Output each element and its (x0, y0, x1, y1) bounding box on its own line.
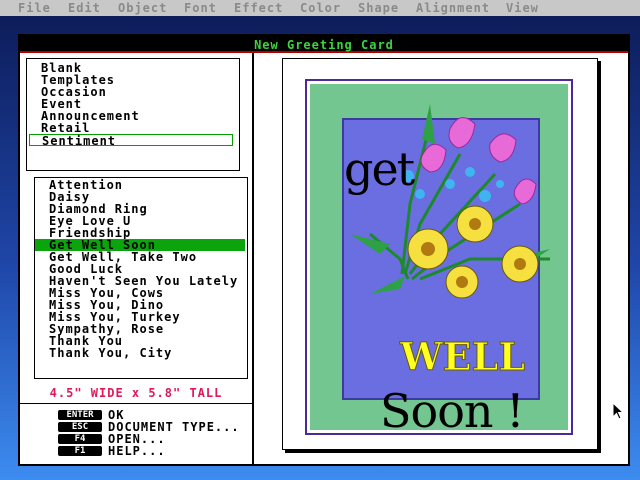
new-greeting-card-dialog: New Greeting Card Blank Templates Occasi… (18, 34, 630, 466)
left-pane: Blank Templates Occasion Event Announcem… (20, 53, 254, 464)
card-border: get WELL Soon ! (310, 84, 568, 438)
menu-edit[interactable]: Edit (68, 1, 101, 15)
menu-font[interactable]: Font (184, 1, 217, 15)
card-preview: get WELL Soon ! (282, 58, 598, 450)
category-sentiment[interactable]: Sentiment (29, 134, 233, 147)
help-label[interactable]: HELP... (108, 445, 166, 457)
menu-view[interactable]: View (506, 1, 539, 15)
card-size-label: 4.5" WIDE x 5.8" TALL (49, 386, 223, 400)
menu-alignment[interactable]: Alignment (416, 1, 490, 15)
f4-key[interactable]: F4 (58, 434, 102, 444)
window-title: New Greeting Card (254, 38, 394, 52)
title-bar: New Greeting Card (20, 36, 628, 53)
esc-key[interactable]: ESC (58, 422, 102, 432)
card-frame: get WELL Soon ! (305, 79, 573, 438)
category-retail[interactable]: Retail (41, 122, 231, 134)
list-item[interactable]: Thank You, City (49, 347, 239, 359)
divider (20, 403, 252, 404)
menu-bar: File Edit Object Font Effect Color Shape… (0, 0, 640, 16)
card-text-well: WELL (399, 334, 526, 380)
menu-effect[interactable]: Effect (234, 1, 283, 15)
menu-object[interactable]: Object (118, 1, 167, 15)
category-list[interactable]: Blank Templates Occasion Event Announcem… (26, 58, 240, 171)
menu-color[interactable]: Color (300, 1, 341, 15)
card-text-soon: Soon ! (380, 384, 525, 438)
card-list[interactable]: Attention Daisy Diamond Ring Eye Love U … (34, 177, 248, 379)
menu-shape[interactable]: Shape (358, 1, 399, 15)
menu-file[interactable]: File (18, 1, 51, 15)
f1-key[interactable]: F1 (58, 446, 102, 456)
card-text-get: get (344, 142, 415, 196)
enter-key[interactable]: ENTER (58, 410, 102, 420)
mouse-cursor-icon (612, 402, 624, 420)
